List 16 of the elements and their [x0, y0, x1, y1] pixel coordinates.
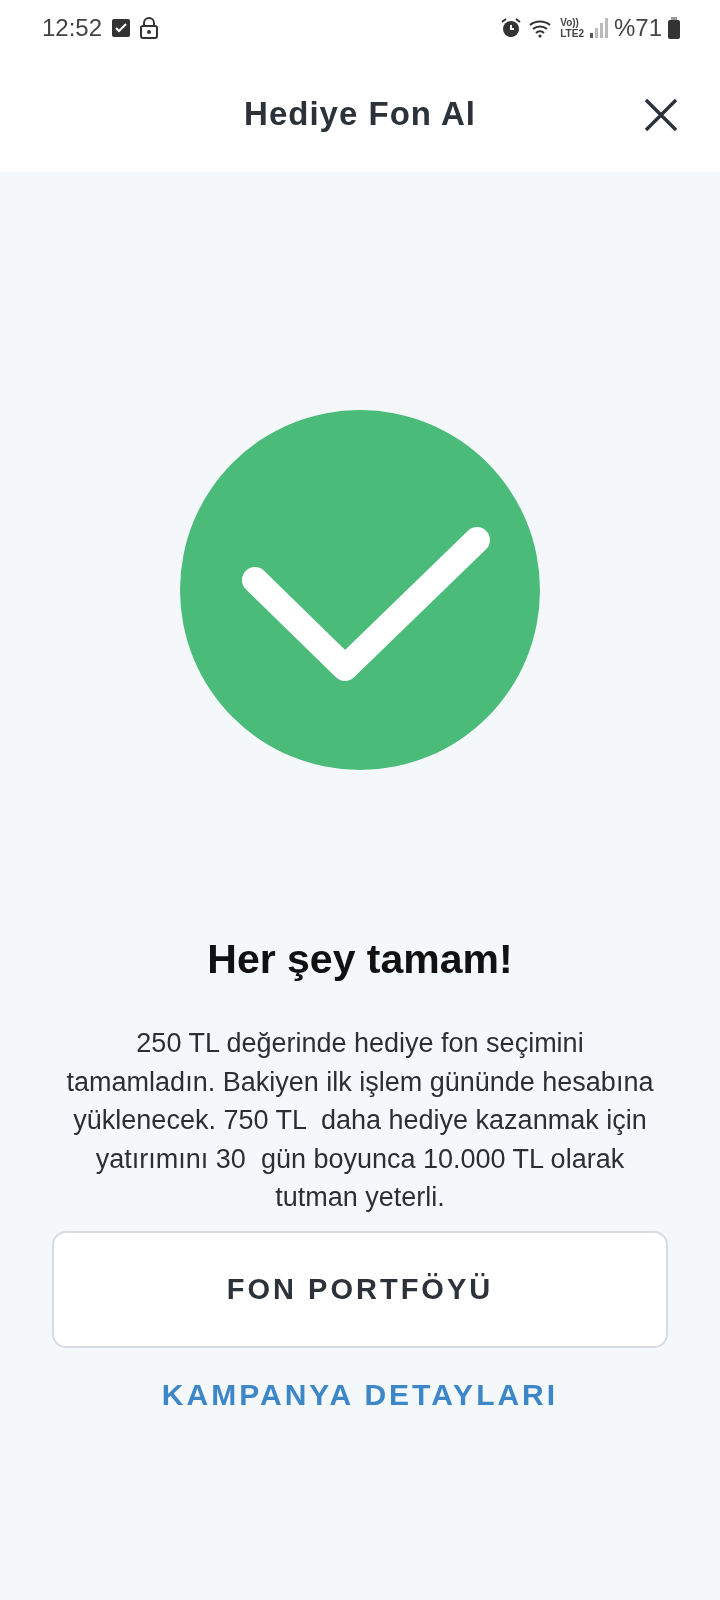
success-message: 250 TL değerinde hediye fon seçimini tamamladın. Bakiyen ilk işlem gününde hesabına yüklenecek. 750 TL daha hediye kazanmak için yatırımını 30 gün boyunca 10.000 TL olarak tutman yeterli.: [65, 1027, 655, 1214]
clock-time: 12:52: [42, 14, 103, 42]
checkbox-icon: [112, 19, 131, 37]
screen-title: Hediye Fon Al: [244, 95, 476, 133]
campaign-details-link[interactable]: KAMPANYA DETAYLARI: [153, 1373, 567, 1416]
alarm-icon: [500, 17, 523, 39]
volte-label: Vo)): [560, 17, 580, 28]
battery-percent: %71: [613, 14, 662, 42]
signal-icon: [589, 18, 608, 38]
checkmark-icon: [180, 410, 540, 770]
battery-icon: [668, 17, 680, 39]
close-icon: [644, 98, 678, 132]
success-heading: Her şey tamam!: [207, 936, 513, 984]
network-label: LTE2: [560, 28, 584, 39]
portfolio-button[interactable]: FON PORTFÖYÜ: [52, 1230, 668, 1348]
lock-icon: [140, 17, 159, 39]
